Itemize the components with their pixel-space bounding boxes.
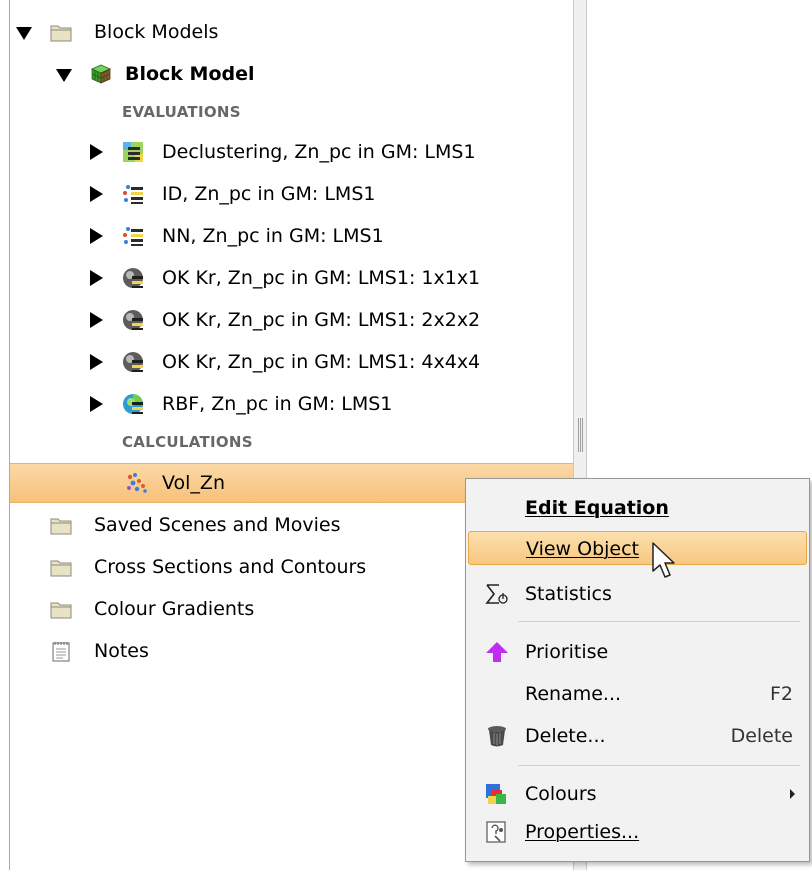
menu-item-label: Colours [525, 783, 597, 805]
menu-item-label: Prioritise [525, 641, 609, 663]
trash-bin-icon [488, 726, 506, 747]
tree-item-label: Cross Sections and Contours [94, 556, 367, 578]
expand-arrow-icon[interactable] [90, 228, 103, 244]
tree-item-label: Block Models [94, 21, 219, 43]
block-model-icon [91, 64, 111, 84]
folder-icon [50, 560, 72, 577]
tree-item-label: Vol_Zn [162, 472, 225, 494]
rbf-icon [123, 394, 143, 414]
folder-icon [50, 25, 72, 42]
tree-item-label: ID, Zn_pc in GM: LMS1 [162, 183, 376, 205]
folder-icon [50, 518, 72, 535]
folder-icon [50, 602, 72, 619]
menu-item-label: Rename... [525, 683, 622, 705]
tree-item-label: Saved Scenes and Movies [94, 514, 341, 536]
tree-item-label: Block Model [125, 63, 255, 85]
tree-item-evaluation[interactable]: ID, Zn_pc in GM: LMS1 [10, 173, 573, 215]
notes-icon [52, 642, 70, 662]
mouse-pointer-icon [652, 542, 675, 578]
tree-item-label: RBF, Zn_pc in GM: LMS1 [162, 393, 393, 415]
expand-arrow-icon[interactable] [90, 312, 103, 328]
expand-arrow-icon[interactable] [90, 354, 103, 370]
expand-arrow-icon[interactable] [90, 144, 103, 160]
menu-item-label: Edit Equation [525, 497, 669, 519]
expand-arrow-icon[interactable] [56, 69, 72, 82]
expand-arrow-icon[interactable] [16, 27, 32, 40]
menu-item-colours[interactable]: Colours [468, 777, 807, 811]
tree-item-label: OK Kr, Zn_pc in GM: LMS1: 1x1x1 [162, 267, 481, 289]
context-menu: Edit Equation View Object Statistics Pri… [465, 478, 810, 862]
expand-arrow-icon[interactable] [90, 270, 103, 286]
kriging-icon [123, 310, 143, 330]
statistics-icon [485, 584, 508, 604]
tree-item-evaluation[interactable]: RBF, Zn_pc in GM: LMS1 [10, 383, 573, 425]
tree-item-label: NN, Zn_pc in GM: LMS1 [162, 225, 384, 247]
menu-item-edit-equation[interactable]: Edit Equation [468, 491, 807, 525]
menu-item-statistics[interactable]: Statistics [468, 577, 807, 611]
properties-icon [486, 821, 506, 843]
shortcut-label: Delete [730, 725, 793, 747]
tree-item-evaluation[interactable]: OK Kr, Zn_pc in GM: LMS1: 2x2x2 [10, 299, 573, 341]
menu-item-prioritise[interactable]: Prioritise [468, 635, 807, 669]
menu-item-view-object[interactable]: View Object [468, 531, 807, 565]
colours-icon [486, 784, 506, 804]
menu-item-label: Properties... [525, 821, 640, 843]
tree-item-label: Notes [94, 640, 149, 662]
tree-item-block-model[interactable]: Block Model [10, 53, 573, 95]
menu-item-label: Delete... [525, 725, 606, 747]
menu-item-rename[interactable]: Rename... F2 [468, 677, 807, 711]
shortcut-label: F2 [769, 683, 793, 705]
submenu-arrow-icon [790, 789, 795, 799]
menu-item-properties[interactable]: Properties... [468, 815, 807, 849]
tree-item-evaluation[interactable]: Declustering, Zn_pc in GM: LMS1 [10, 131, 573, 173]
tree-item-label: Colour Gradients [94, 598, 255, 620]
expand-arrow-icon[interactable] [90, 396, 103, 412]
section-header-evaluations: EVALUATIONS [122, 103, 241, 121]
section-header-calculations: CALCULATIONS [122, 433, 253, 451]
menu-item-delete[interactable]: Delete... Delete [468, 719, 807, 753]
tree-item-label: OK Kr, Zn_pc in GM: LMS1: 2x2x2 [162, 309, 481, 331]
tree-item-label: Declustering, Zn_pc in GM: LMS1 [162, 141, 476, 163]
menu-separator [518, 621, 800, 622]
nn-estimator-icon [123, 227, 143, 246]
menu-item-label: View Object [526, 538, 640, 560]
tree-item-label: OK Kr, Zn_pc in GM: LMS1: 4x4x4 [162, 351, 481, 373]
kriging-icon [123, 352, 143, 372]
expand-arrow-icon[interactable] [90, 186, 103, 202]
declustering-icon [123, 142, 143, 162]
calculation-icon [127, 473, 147, 493]
tree-item-block-models[interactable]: Block Models [10, 11, 573, 53]
kriging-icon [123, 268, 143, 288]
menu-separator [518, 765, 800, 766]
prioritise-arrow-icon [486, 642, 508, 662]
tree-item-evaluation[interactable]: NN, Zn_pc in GM: LMS1 [10, 215, 573, 257]
splitter-grip-icon[interactable] [578, 418, 583, 452]
menu-item-label: Statistics [525, 583, 612, 605]
tree-item-evaluation[interactable]: OK Kr, Zn_pc in GM: LMS1: 4x4x4 [10, 341, 573, 383]
tree-item-evaluation[interactable]: OK Kr, Zn_pc in GM: LMS1: 1x1x1 [10, 257, 573, 299]
id-estimator-icon [123, 185, 143, 204]
